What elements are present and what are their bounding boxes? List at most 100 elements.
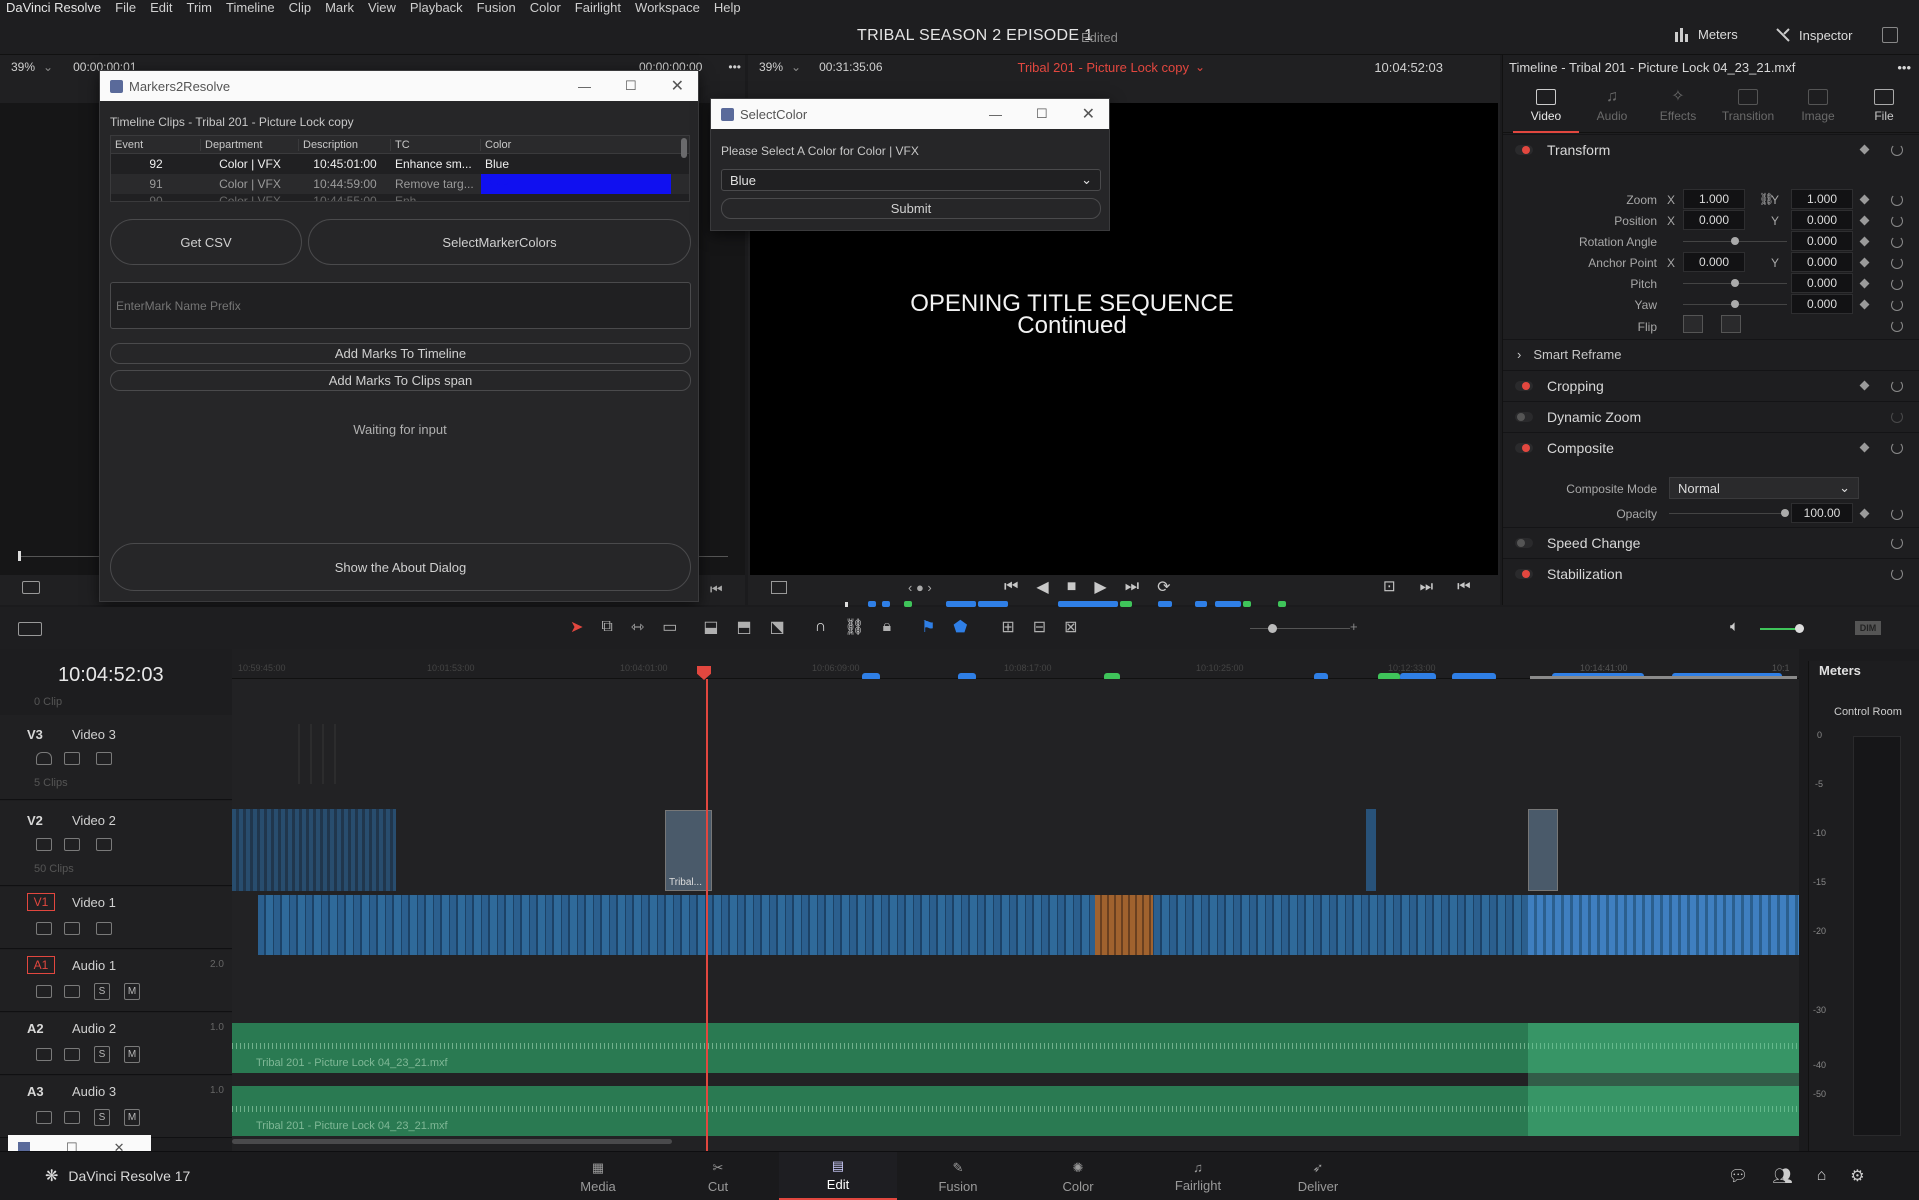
dynamic-trim-icon[interactable]: ⇿ — [631, 617, 644, 637]
track-v2[interactable]: V2 Video 2 50 Clips — [0, 801, 232, 886]
track-a2[interactable]: A2 Audio 2 1.0 S M — [0, 1013, 232, 1075]
anchor-y-field[interactable]: 0.000 — [1791, 252, 1853, 272]
get-csv-button[interactable]: Get CSV — [110, 219, 302, 265]
next-edit-icon[interactable]: ⏭ — [1420, 578, 1434, 595]
tab-audio[interactable]: ♫ Audio — [1579, 83, 1645, 133]
linked-selection-icon[interactable]: ⛓ — [844, 617, 864, 637]
menu-view[interactable]: View — [368, 0, 396, 18]
submit-button[interactable]: Submit — [721, 198, 1101, 219]
minimize-icon[interactable]: — — [989, 107, 1002, 122]
page-deliver[interactable]: ➶ Deliver — [1259, 1152, 1377, 1200]
expand-icon[interactable] — [1882, 27, 1898, 43]
home-icon[interactable]: ⌂ — [1817, 1167, 1827, 1185]
color-select[interactable]: Blue ⌄ — [721, 169, 1101, 191]
table-scrollbar[interactable] — [681, 138, 687, 158]
selection-tool-icon[interactable]: ➤ — [570, 617, 583, 637]
timeline-playhead[interactable] — [706, 679, 708, 1151]
play-icon[interactable]: ▶ — [1094, 577, 1106, 597]
minimize-icon[interactable]: — — [578, 79, 591, 94]
viewer-mode-icon[interactable] — [22, 581, 40, 594]
zoom-full-icon[interactable]: ⊞ — [1001, 617, 1014, 637]
selectcolor-titlebar[interactable]: SelectColor — ☐ ✕ — [711, 99, 1109, 129]
replace-clip-icon[interactable]: ⬔ — [770, 617, 785, 637]
position-x-field[interactable]: 0.000 — [1683, 210, 1745, 230]
users-icon[interactable]: 👥︎ — [1772, 1166, 1792, 1186]
page-fairlight[interactable]: ♫ Fairlight — [1139, 1152, 1257, 1200]
add-marks-clips-button[interactable]: Add Marks To Clips span — [110, 370, 691, 391]
rotation-field[interactable]: 0.000 — [1791, 231, 1853, 251]
marker-icon[interactable]: ⬟ — [953, 617, 967, 637]
timeline-scrollbar[interactable] — [232, 1139, 672, 1144]
mute-button[interactable]: M — [124, 983, 140, 1000]
position-lock-icon[interactable]: 🔒︎ — [883, 618, 892, 636]
track-v1[interactable]: V1 Video 1 — [0, 887, 232, 949]
close-icon[interactable]: ✕ — [1082, 104, 1095, 124]
markers2resolve-titlebar[interactable]: Markers2Resolve — ☐ ✕ — [100, 71, 698, 101]
stop-icon[interactable]: ■ — [1067, 578, 1077, 596]
lock-icon[interactable] — [36, 922, 52, 935]
page-edit[interactable]: ▤ Edit — [779, 1152, 897, 1200]
timeline-view-options-icon[interactable] — [18, 622, 42, 636]
track-enable-icon[interactable] — [96, 838, 112, 851]
enable-toggle[interactable] — [1515, 144, 1533, 155]
meters-toggle-button[interactable]: Meters — [1674, 27, 1738, 42]
chat-icon[interactable]: 💬︎ — [1728, 1166, 1748, 1186]
source-playhead[interactable] — [18, 551, 21, 561]
select-marker-colors-button[interactable]: SelectMarkerColors — [308, 219, 691, 265]
menu-clip[interactable]: Clip — [289, 0, 311, 18]
lock-icon[interactable] — [36, 985, 52, 998]
page-media[interactable]: ▦ Media — [539, 1152, 657, 1200]
solo-button[interactable]: S — [94, 1046, 110, 1063]
track-a3[interactable]: A3 Audio 3 1.0 S M — [0, 1076, 232, 1138]
composite-section[interactable]: Composite — [1503, 432, 1919, 462]
zoom-custom-icon[interactable]: ⊠ — [1064, 617, 1077, 637]
more-options-icon[interactable]: ••• — [728, 60, 741, 74]
flag-icon[interactable]: ⚑ — [921, 617, 935, 637]
menu-fusion[interactable]: Fusion — [477, 0, 516, 18]
dynamic-zoom-section[interactable]: Dynamic Zoom — [1503, 401, 1919, 431]
menu-trim[interactable]: Trim — [187, 0, 213, 18]
solo-button[interactable]: S — [94, 1109, 110, 1126]
volume-icon[interactable]: 🔈︎ — [1730, 618, 1739, 635]
track-v3[interactable]: V3 Video 3 5 Clips — [0, 715, 232, 800]
smart-reframe-section[interactable]: › Smart Reframe — [1503, 339, 1919, 369]
menu-playback[interactable]: Playback — [410, 0, 463, 18]
timeline-ruler[interactable]: 10:59:45:00 10:01:53:00 10:04:01:00 10:0… — [232, 649, 1799, 681]
position-y-field[interactable]: 0.000 — [1791, 210, 1853, 230]
clip[interactable]: Tribal... — [665, 810, 712, 891]
speed-change-section[interactable]: Speed Change — [1503, 527, 1919, 557]
tab-image[interactable]: Image — [1785, 83, 1851, 133]
maximize-icon[interactable]: ☐ — [1036, 106, 1048, 122]
menu-edit[interactable]: Edit — [150, 0, 172, 18]
lock-icon[interactable] — [36, 838, 52, 851]
go-to-end-icon[interactable]: ⏮ — [710, 581, 723, 598]
pitch-field[interactable]: 0.000 — [1791, 273, 1853, 293]
blade-tool-icon[interactable]: ▭ — [662, 617, 677, 637]
auto-select-icon[interactable] — [64, 752, 80, 765]
mute-button[interactable]: M — [124, 1109, 140, 1126]
volume-slider[interactable] — [1760, 628, 1800, 630]
maximize-icon[interactable]: ☐ — [625, 78, 637, 94]
opacity-field[interactable]: 100.00 — [1791, 503, 1853, 523]
lock-icon[interactable] — [36, 1048, 52, 1061]
clip[interactable] — [298, 724, 338, 784]
loop-icon[interactable]: ⟳ — [1157, 577, 1170, 597]
menu-color[interactable]: Color — [530, 0, 561, 18]
jog-icon[interactable]: ‹ ● › — [908, 580, 932, 595]
table-row[interactable]: 91 Color | VFX 10:44:59:00 Remove targ..… — [111, 174, 689, 194]
clips-table[interactable]: Event Department Description TC Color 92… — [110, 135, 690, 202]
opacity-slider[interactable] — [1669, 513, 1785, 514]
clip[interactable] — [232, 809, 396, 891]
close-icon[interactable]: ✕ — [671, 76, 684, 96]
track-a1[interactable]: A1 Audio 1 2.0 S M — [0, 950, 232, 1012]
auto-select-icon[interactable] — [64, 838, 80, 851]
composite-mode-select[interactable]: Normal ⌄ — [1669, 477, 1859, 499]
reverse-icon[interactable]: ◀ — [1036, 577, 1048, 597]
dim-button[interactable]: DIM — [1855, 621, 1881, 635]
mark-prefix-input[interactable] — [110, 282, 691, 329]
mute-button[interactable]: M — [124, 1046, 140, 1063]
tab-file[interactable]: File — [1851, 83, 1917, 133]
first-frame-icon[interactable]: ⏮ — [1004, 578, 1018, 596]
auto-select-icon[interactable] — [64, 922, 80, 935]
add-marks-timeline-button[interactable]: Add Marks To Timeline — [110, 343, 691, 364]
